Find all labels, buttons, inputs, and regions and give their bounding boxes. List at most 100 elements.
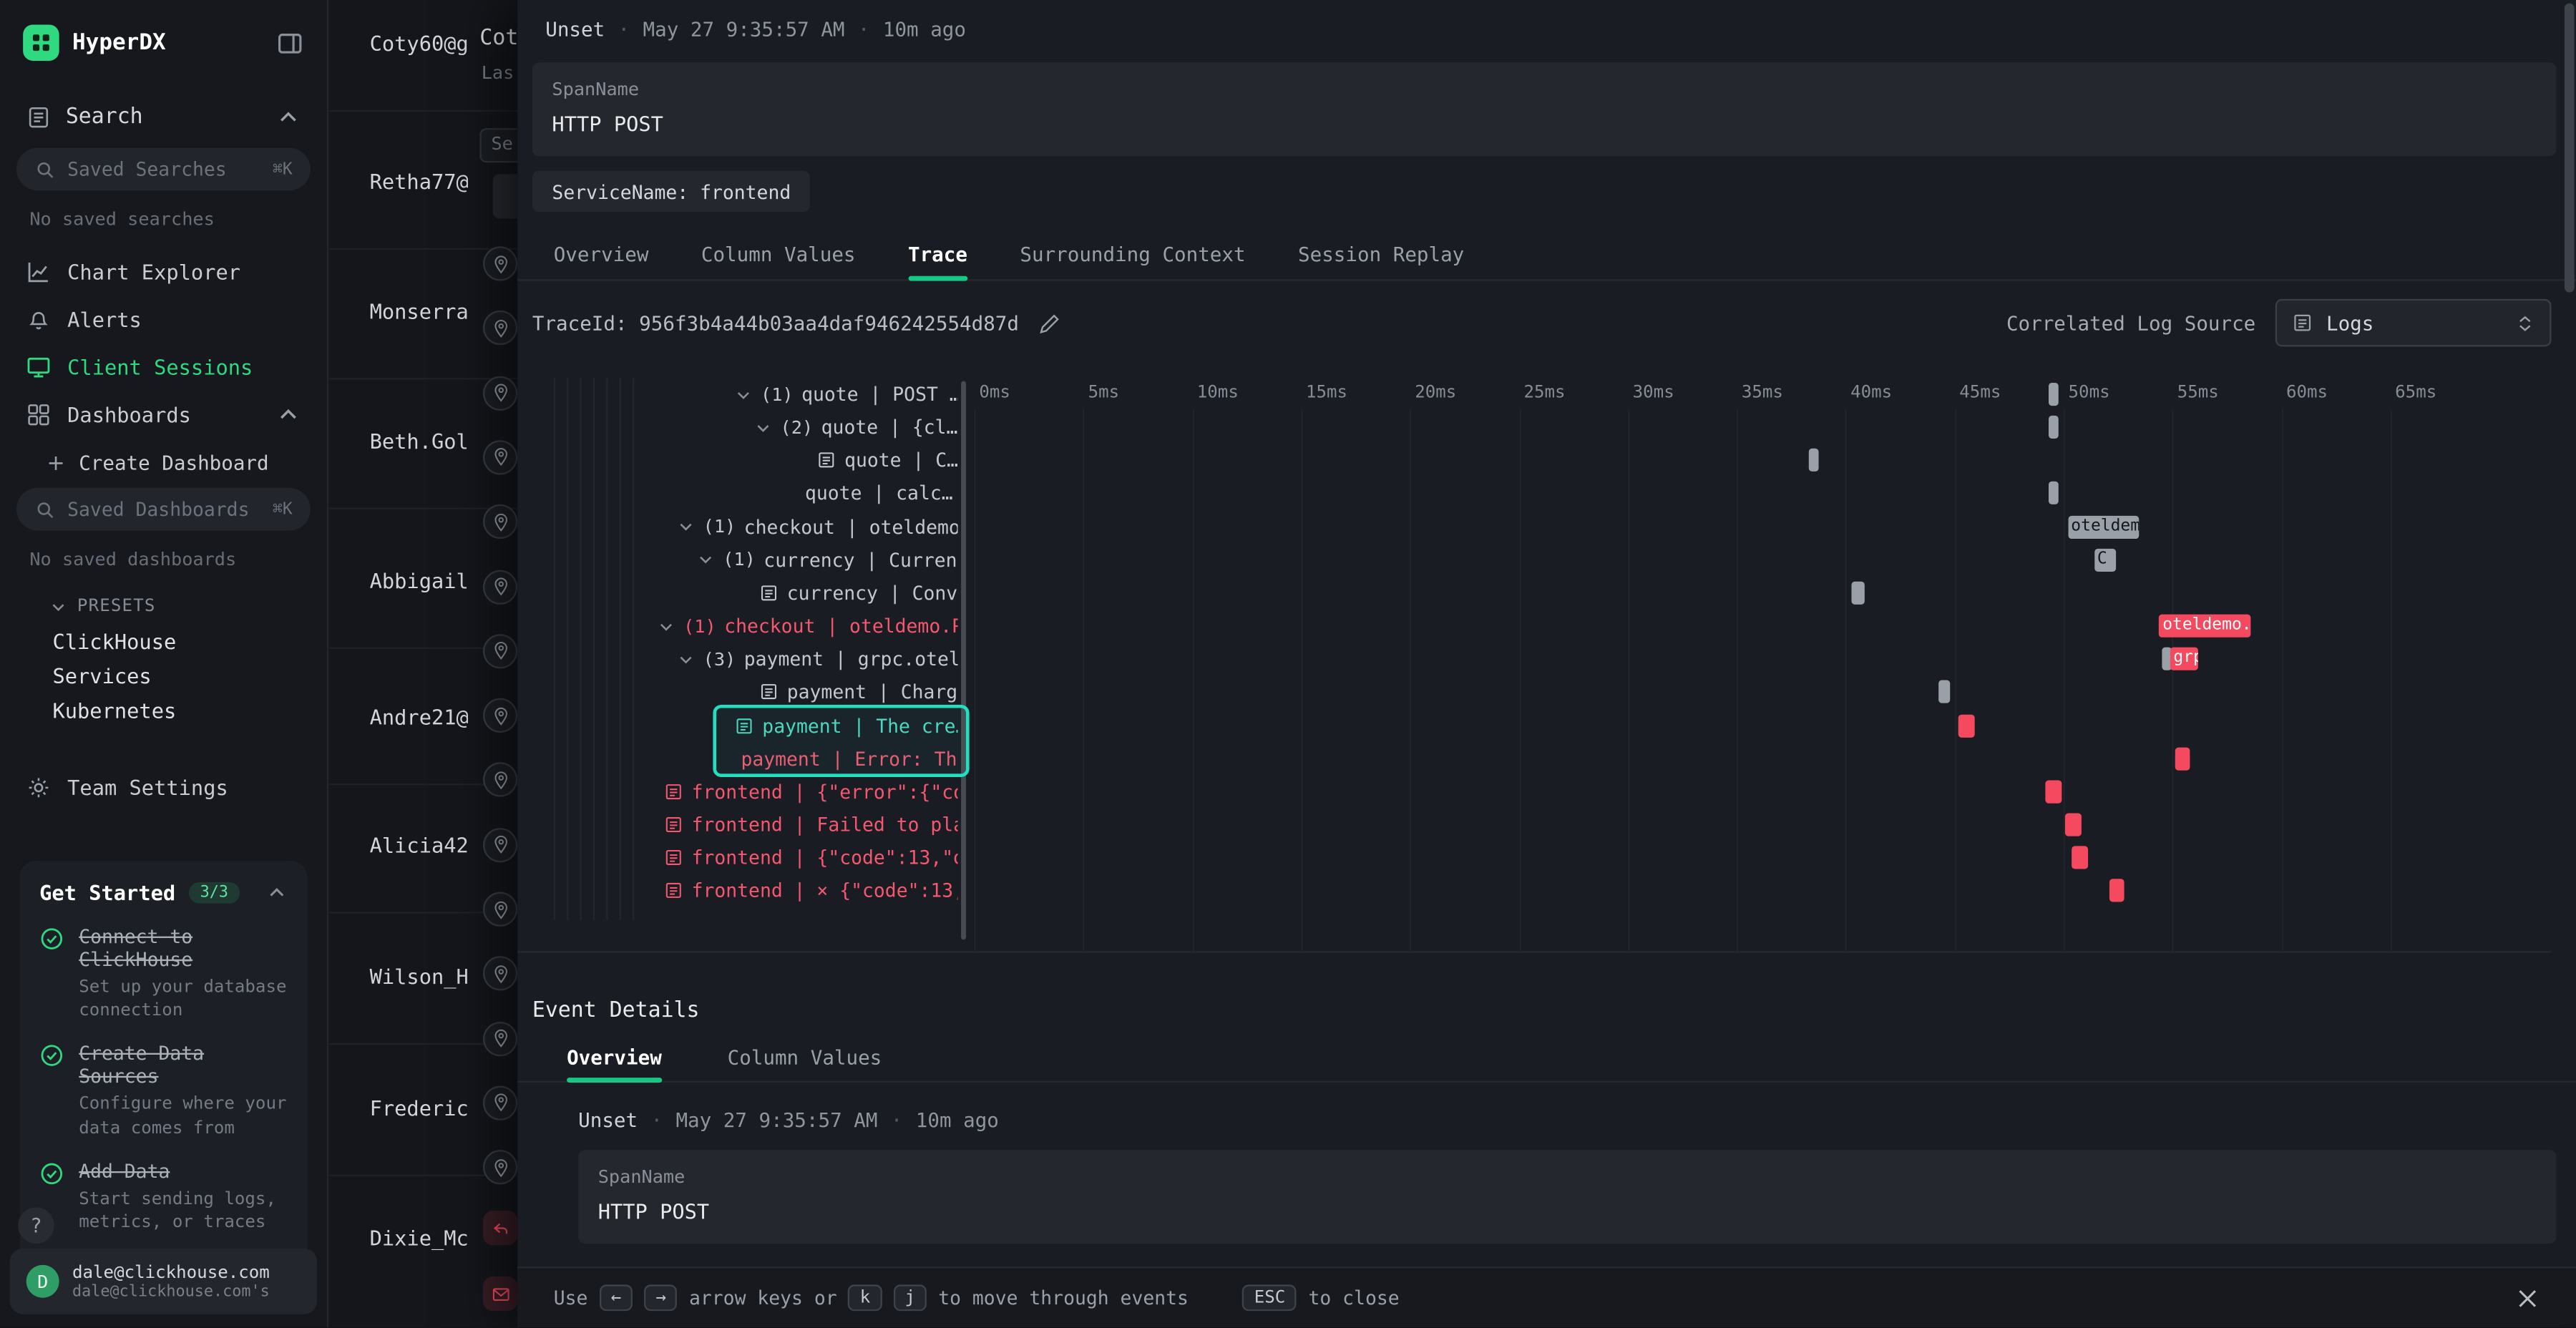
map-pin-marker[interactable] xyxy=(483,957,517,991)
trace-span-bar[interactable] xyxy=(1939,680,1950,703)
trace-row[interactable]: quote | calc… xyxy=(517,477,2551,510)
mail-event-marker[interactable] xyxy=(483,1276,517,1311)
map-pin-marker[interactable] xyxy=(483,1085,517,1120)
trace-row[interactable]: (1)checkout | oteldemo.… oteldemo… xyxy=(517,510,2551,543)
trace-span-bar[interactable] xyxy=(1852,581,1865,604)
session-list-item[interactable]: Frederic xyxy=(370,1095,469,1120)
sidebar-item-client-sessions[interactable]: Client Sessions xyxy=(0,343,327,391)
trace-span-bar[interactable]: grp xyxy=(2170,648,2199,670)
map-pin-marker[interactable] xyxy=(483,376,517,410)
trace-row[interactable]: payment | Charge … xyxy=(517,675,2551,708)
trace-span-bar[interactable] xyxy=(2046,780,2061,803)
trace-row-label[interactable]: payment | Charge … xyxy=(759,675,958,708)
map-pin-marker[interactable] xyxy=(483,698,517,733)
chevron-up-icon[interactable] xyxy=(266,882,288,904)
map-pin-marker[interactable] xyxy=(483,246,517,280)
trace-span-bar[interactable]: oteldemo… xyxy=(2068,515,2140,538)
trace-row[interactable]: payment | The cre… xyxy=(517,709,2551,742)
map-pin-marker[interactable] xyxy=(483,504,517,539)
trace-row-label[interactable]: (3)payment | grpc.oteld… xyxy=(677,643,958,675)
edit-trace-id-icon[interactable] xyxy=(1039,311,1062,334)
trace-span-bar[interactable] xyxy=(2048,482,2059,505)
trace-span-bar[interactable]: oteldemo. xyxy=(2160,615,2251,638)
trace-span-bar[interactable] xyxy=(2109,879,2124,902)
sidebar-item-team-settings[interactable]: Team Settings xyxy=(0,764,327,812)
get-started-item-add-data[interactable]: Add DataStart sending logs, metrics, or … xyxy=(39,1159,288,1234)
session-list-item[interactable]: Coty60@g xyxy=(370,31,469,56)
get-started-item-create-data-sources[interactable]: Create Data SourcesConfigure where your … xyxy=(39,1042,288,1139)
presets-header[interactable]: PRESETS xyxy=(0,588,327,625)
tab-column-values[interactable]: Column Values xyxy=(701,228,856,279)
trace-row[interactable]: frontend | {"error":{"code… xyxy=(517,775,2551,808)
trace-row-label[interactable]: (2)quote | {cl… xyxy=(754,411,958,444)
span-name-field-details[interactable]: SpanName HTTP POST xyxy=(578,1150,2556,1244)
map-pin-marker[interactable] xyxy=(483,440,517,474)
occluded-search-input[interactable]: Se xyxy=(479,128,517,162)
session-list-item[interactable]: Andre21@ xyxy=(370,705,469,729)
map-pin-marker[interactable] xyxy=(483,570,517,604)
trace-row[interactable]: (1)quote | POST … xyxy=(517,378,2551,411)
map-pin-marker[interactable] xyxy=(483,763,517,797)
trace-span-bar[interactable] xyxy=(2072,846,2087,869)
ed-tab-column-values[interactable]: Column Values xyxy=(728,1033,882,1081)
user-menu[interactable]: D dale@clickhouse.com dale@clickhouse.co… xyxy=(10,1249,317,1314)
preset-item-clickhouse[interactable]: ClickHouse xyxy=(0,624,327,658)
saved-searches-input[interactable]: Saved Searches ⌘K xyxy=(16,148,311,191)
trace-row[interactable]: frontend | Failed to place… xyxy=(517,808,2551,841)
sidebar-item-alerts[interactable]: Alerts xyxy=(0,296,327,343)
help-button[interactable]: ? xyxy=(18,1207,54,1244)
trace-span-bar[interactable] xyxy=(1959,714,1974,737)
exit-event-marker[interactable] xyxy=(483,1211,517,1245)
preset-item-kubernetes[interactable]: Kubernetes xyxy=(0,693,327,728)
chevron-up-icon[interactable] xyxy=(276,104,301,129)
trace-row-label[interactable]: payment | Error: The … xyxy=(741,742,957,775)
span-name-field[interactable]: SpanName HTTP POST xyxy=(532,62,2557,156)
trace-span-bar[interactable] xyxy=(2175,747,2190,770)
sidebar-section-search[interactable]: Search xyxy=(0,85,327,147)
trace-row-label[interactable]: (1)quote | POST … xyxy=(734,378,957,411)
trace-row-label[interactable]: (1)checkout | oteldemo.… xyxy=(677,510,958,543)
collapse-sidebar-icon[interactable] xyxy=(276,29,304,57)
sidebar-item-dashboards[interactable]: Dashboards xyxy=(0,391,327,439)
trace-span-bar[interactable] xyxy=(1808,449,1819,472)
session-list-item[interactable]: Abbigail xyxy=(370,568,469,592)
session-list-item[interactable]: Beth.Gol xyxy=(370,429,469,453)
tab-trace[interactable]: Trace xyxy=(908,228,967,279)
session-list-item[interactable]: Alicia42 xyxy=(370,833,469,857)
trace-row-label[interactable]: frontend | {"code":13,"det… xyxy=(664,841,958,874)
trace-row-label[interactable]: frontend | × {"code":13,"d… xyxy=(664,874,958,907)
trace-span-bar[interactable]: C xyxy=(2094,548,2115,571)
trace-row[interactable]: (3)payment | grpc.oteld… grp xyxy=(517,643,2551,675)
trace-span-bar[interactable] xyxy=(2048,383,2059,406)
session-list-item[interactable]: Dixie_Mc xyxy=(370,1226,469,1250)
trace-row-label[interactable]: currency | Conv… xyxy=(759,577,958,610)
page-scrollbar[interactable] xyxy=(2565,4,2575,293)
trace-row[interactable]: (1)currency | Currenc… C xyxy=(517,543,2551,576)
sidebar-item-chart-explorer[interactable]: Chart Explorer xyxy=(0,248,327,296)
service-name-tag[interactable]: ServiceName: frontend xyxy=(532,171,811,212)
saved-dashboards-input[interactable]: Saved Dashboards ⌘K xyxy=(16,488,311,531)
ed-tab-overview[interactable]: Overview xyxy=(567,1033,662,1081)
trace-row[interactable]: (2)quote | {cl… xyxy=(517,411,2551,444)
map-pin-marker[interactable] xyxy=(483,1151,517,1185)
trace-row-label[interactable]: payment | The cre… xyxy=(734,709,957,742)
trace-row-label[interactable]: (1)currency | Currenc… xyxy=(696,543,957,576)
tab-overview[interactable]: Overview xyxy=(554,228,649,279)
trace-span-bar[interactable] xyxy=(2066,813,2081,836)
tab-surrounding-context[interactable]: Surrounding Context xyxy=(1020,228,1245,279)
get-started-header[interactable]: Get Started 3/3 xyxy=(39,881,288,905)
trace-row[interactable]: quote | C… xyxy=(517,444,2551,477)
trace-row[interactable]: frontend | × {"code":13,"d… xyxy=(517,874,2551,907)
get-started-item-connect-to-clickhouse[interactable]: Connect to ClickHouseSet up your databas… xyxy=(39,925,288,1022)
trace-row[interactable]: (1)checkout | oteldemo.Pa… oteldemo. xyxy=(517,610,2551,643)
map-pin-marker[interactable] xyxy=(483,1021,517,1055)
trace-row-label[interactable]: quote | C… xyxy=(816,444,957,477)
map-pin-marker[interactable] xyxy=(483,311,517,346)
map-pin-marker[interactable] xyxy=(483,634,517,668)
create-dashboard-button[interactable]: Create Dashboard xyxy=(0,439,327,488)
trace-row[interactable]: currency | Conv… xyxy=(517,577,2551,610)
tab-session-replay[interactable]: Session Replay xyxy=(1298,228,1464,279)
session-list-item[interactable]: Monserra xyxy=(370,299,469,323)
log-source-select[interactable]: Logs xyxy=(2275,299,2552,347)
trace-row-label[interactable]: (1)checkout | oteldemo.Pa… xyxy=(657,610,957,643)
